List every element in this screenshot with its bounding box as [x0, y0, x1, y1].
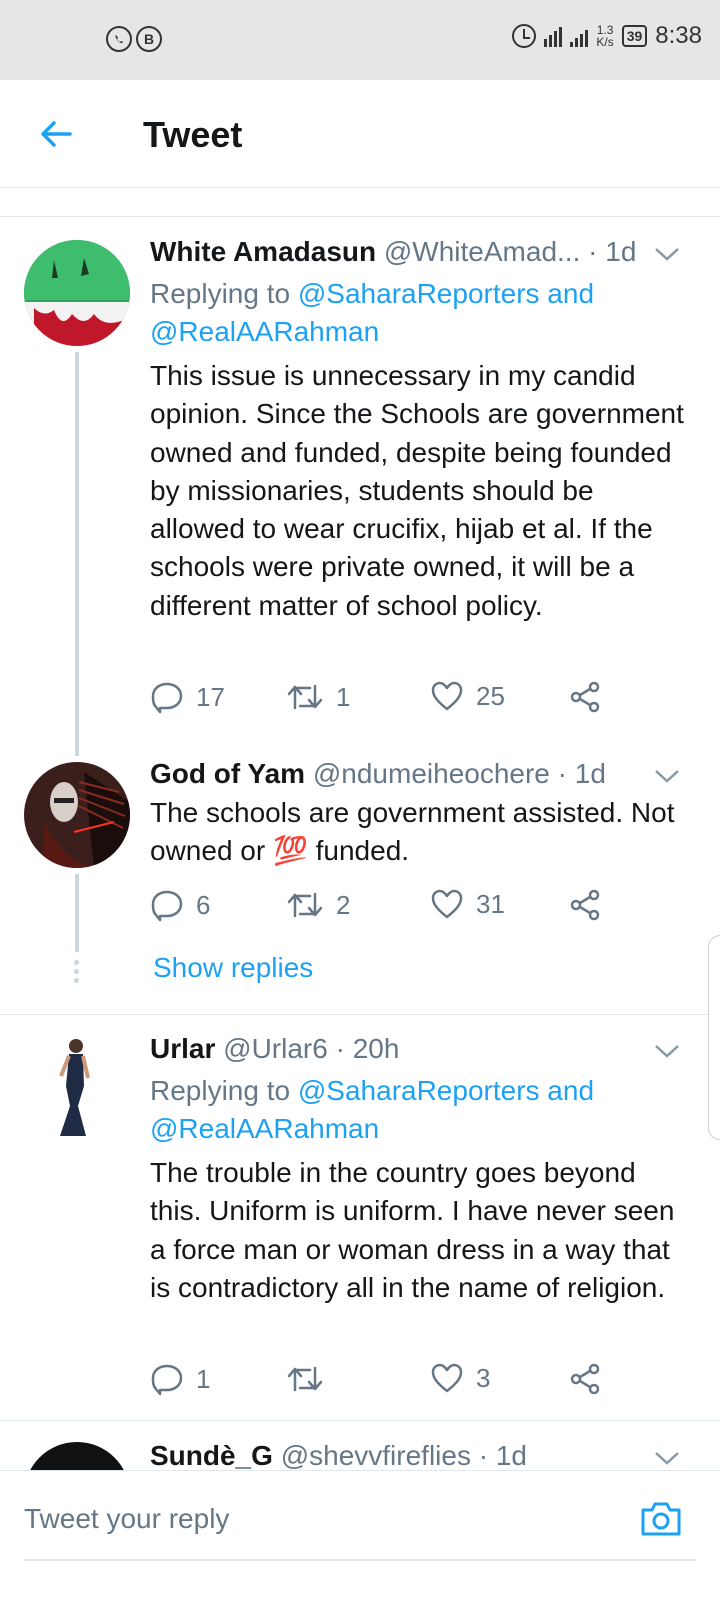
alarm-icon — [512, 24, 537, 48]
tweet-text: This issue is unnecessary in my candid o… — [150, 360, 684, 621]
reply-icon — [151, 890, 183, 922]
thread-line — [75, 352, 79, 756]
b-app-glyph: B — [143, 31, 155, 47]
share-icon — [570, 681, 600, 713]
like-count: 31 — [476, 888, 505, 919]
signal-icon-2 — [570, 25, 589, 47]
status-bar: B 1.3 K/s 39 8:38 — [0, 0, 720, 80]
chevron-down-icon[interactable] — [654, 768, 680, 784]
tweet-actions: 17 1 25 — [150, 680, 620, 720]
tweet-header: God of Yam @ndumeiheochere · 1d — [150, 758, 680, 790]
retweet-icon — [287, 684, 323, 710]
share-button[interactable] — [568, 888, 602, 922]
replying-to-label: Replying to — [150, 1075, 298, 1106]
divider — [0, 1420, 720, 1421]
display-name[interactable]: Urlar — [150, 1033, 215, 1064]
divider — [0, 216, 720, 217]
retweet-button[interactable]: 2 — [286, 888, 350, 922]
hundred-points-emoji: 💯 — [272, 835, 308, 867]
username[interactable]: @WhiteAmad... — [384, 236, 580, 267]
reply-button[interactable]: 17 — [150, 680, 225, 714]
reply-compose-bar: Tweet your reply — [0, 1470, 720, 1600]
network-speed-unit: K/s — [596, 35, 614, 49]
tweet-header: Urlar @Urlar6 · 20h — [150, 1033, 680, 1065]
reply-count: 17 — [196, 681, 225, 712]
like-button[interactable]: 25 — [430, 680, 505, 712]
replying-to-label: Replying to — [150, 278, 298, 309]
tweet-text-part: The schools are government assisted. Not… — [150, 797, 675, 867]
chevron-down-icon[interactable] — [654, 1043, 680, 1059]
chevron-down-icon[interactable] — [654, 1450, 680, 1466]
timestamp: · 20h — [335, 1033, 400, 1064]
replying-to: Replying to @SaharaReporters and @RealAA… — [150, 275, 670, 351]
retweet-icon — [287, 892, 323, 918]
display-name[interactable]: God of Yam — [150, 758, 305, 789]
heart-icon — [431, 1363, 463, 1393]
tweet-text-part: funded. — [307, 835, 410, 867]
avatar[interactable] — [24, 762, 130, 868]
whatsapp-icon — [106, 26, 132, 52]
retweet-icon — [287, 1366, 323, 1392]
tweet-text: The trouble in the country goes beyond t… — [150, 1157, 675, 1303]
reply-button[interactable]: 1 — [150, 1362, 210, 1396]
retweet-button[interactable]: 1 — [286, 680, 350, 714]
divider — [0, 1014, 720, 1015]
username[interactable]: @ndumeiheochere — [313, 758, 550, 789]
retweet-count: 1 — [336, 681, 351, 712]
page-title: Tweet — [143, 114, 243, 155]
like-button[interactable]: 3 — [430, 1362, 490, 1394]
edge-scroll-handle[interactable] — [708, 935, 720, 1140]
reply-input[interactable]: Tweet your reply — [24, 1503, 229, 1535]
share-icon — [570, 1363, 600, 1395]
back-arrow-icon[interactable] — [36, 114, 76, 154]
heart-icon — [431, 889, 463, 919]
display-name[interactable]: Sundè_G — [150, 1440, 273, 1471]
input-underline — [24, 1559, 696, 1561]
username[interactable]: @Urlar6 — [223, 1033, 328, 1064]
share-icon — [570, 889, 600, 921]
thread-line — [75, 874, 79, 952]
tweet-text: The schools are government assisted. Not… — [150, 794, 690, 871]
reply-button[interactable]: 6 — [150, 888, 210, 922]
reply-count: 1 — [196, 1363, 211, 1394]
clock: 8:38 — [655, 22, 702, 49]
camera-icon[interactable] — [640, 1501, 682, 1537]
username[interactable]: @shevvfireflies — [281, 1440, 471, 1471]
notification-icons: B — [106, 26, 162, 52]
thread-gap-dots — [74, 960, 80, 987]
tweet-actions: 6 2 31 — [150, 888, 620, 928]
share-button[interactable] — [568, 680, 602, 714]
show-replies-link[interactable]: Show replies — [153, 952, 313, 984]
signal-icon — [544, 25, 563, 47]
like-button[interactable]: 31 — [430, 888, 505, 920]
retweet-count: 2 — [336, 889, 351, 920]
timestamp: · 1d — [478, 1440, 527, 1471]
avatar[interactable] — [24, 240, 130, 346]
reply-icon — [151, 682, 183, 714]
like-count: 3 — [476, 1362, 491, 1393]
avatar[interactable] — [36, 1036, 116, 1142]
tweet-header: Sundè_G @shevvfireflies · 1d — [150, 1440, 680, 1472]
reply-icon — [151, 1364, 183, 1396]
share-button[interactable] — [568, 1362, 602, 1396]
tweet-actions: 1 3 — [150, 1362, 620, 1402]
heart-icon — [431, 681, 463, 711]
timestamp: · 1d — [557, 758, 606, 789]
system-status: 1.3 K/s 39 8:38 — [512, 22, 702, 50]
b-app-icon: B — [136, 26, 162, 52]
tweet-header: White Amadasun @WhiteAmad... · 1d — [150, 236, 680, 268]
retweet-button[interactable] — [286, 1362, 336, 1396]
display-name[interactable]: White Amadasun — [150, 236, 376, 267]
chevron-down-icon[interactable] — [654, 246, 680, 262]
reply-count: 6 — [196, 889, 211, 920]
timestamp: · 1d — [588, 236, 637, 267]
network-speed: 1.3 K/s — [596, 24, 613, 48]
battery-indicator: 39 — [621, 25, 648, 47]
top-bar: Tweet — [0, 80, 720, 188]
replying-to: Replying to @SaharaReporters and @RealAA… — [150, 1072, 670, 1148]
like-count: 25 — [476, 680, 505, 711]
